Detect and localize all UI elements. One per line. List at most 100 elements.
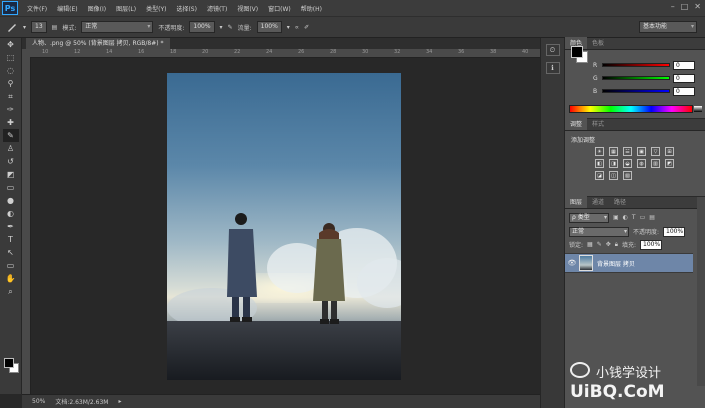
brightness-contrast-icon[interactable]: ☀ bbox=[595, 147, 604, 156]
brush-tool-icon[interactable] bbox=[6, 21, 18, 33]
layer-filter-select[interactable]: ρ 类型 bbox=[569, 212, 609, 223]
pressure-size-icon[interactable]: ✐ bbox=[304, 24, 309, 31]
menu-layer[interactable]: 图层(L) bbox=[111, 4, 141, 13]
menu-type[interactable]: 类型(Y) bbox=[141, 4, 171, 13]
layers-scrollbar[interactable] bbox=[697, 197, 705, 386]
flow-input[interactable]: 100% bbox=[256, 21, 282, 33]
mode-select[interactable]: 正常 bbox=[81, 21, 154, 33]
document-image[interactable] bbox=[167, 73, 401, 380]
brush-tool-icon[interactable]: ✎ bbox=[2, 129, 19, 142]
green-slider[interactable] bbox=[602, 76, 670, 80]
tab-swatches[interactable]: 色板 bbox=[587, 37, 609, 49]
layer-row-background-copy[interactable]: 👁︎ 背景图层 拷贝 bbox=[565, 253, 693, 273]
layer-name[interactable]: 背景图层 拷贝 bbox=[597, 259, 635, 268]
pen-tool-icon[interactable]: ✒ bbox=[3, 220, 19, 233]
history-panel-icon[interactable]: ⏲ bbox=[545, 44, 560, 56]
move-tool-icon[interactable]: ✥ bbox=[3, 38, 19, 51]
black-white-icon[interactable]: ◨ bbox=[609, 159, 618, 168]
status-arrow-icon[interactable]: ▸ bbox=[118, 398, 121, 405]
menu-view[interactable]: 视图(V) bbox=[232, 4, 263, 13]
curves-icon[interactable]: ☱ bbox=[623, 147, 632, 156]
eye-icon[interactable]: 👁︎ bbox=[565, 259, 579, 267]
menu-help[interactable]: 帮助(H) bbox=[296, 4, 327, 13]
red-slider[interactable] bbox=[602, 63, 670, 67]
smart-filter-icon[interactable]: ▤ bbox=[649, 214, 655, 221]
gradient-map-icon[interactable]: ▧ bbox=[623, 171, 632, 180]
chevron-down-icon[interactable]: ▾ bbox=[287, 24, 290, 31]
watermark: 小钱学设计 UiBQ.CoM bbox=[568, 360, 703, 406]
blue-slider[interactable] bbox=[602, 89, 670, 93]
opacity-input[interactable]: 100% bbox=[189, 21, 215, 33]
close-icon[interactable]: ✕ bbox=[694, 2, 701, 11]
layer-opacity-input[interactable]: 100% bbox=[663, 226, 686, 237]
tab-adjustments[interactable]: 调整 bbox=[565, 118, 588, 130]
menu-image[interactable]: 图像(I) bbox=[83, 4, 111, 13]
tab-styles[interactable]: 样式 bbox=[587, 118, 609, 130]
clone-stamp-tool-icon[interactable]: ♙ bbox=[3, 142, 19, 155]
document-tab[interactable]: 人物、.png @ 50% (背景图层 拷贝, RGB/8#) * bbox=[26, 38, 170, 49]
path-select-tool-icon[interactable]: ↖ bbox=[3, 246, 19, 259]
brush-size-preview[interactable]: 13 bbox=[31, 21, 47, 33]
eyedropper-tool-icon[interactable]: ✑ bbox=[3, 103, 19, 116]
zoom-tool-icon[interactable]: ⌕ bbox=[3, 285, 19, 298]
type-tool-icon[interactable]: T bbox=[3, 233, 19, 246]
maximize-icon[interactable]: □ bbox=[681, 2, 689, 11]
hand-tool-icon[interactable]: ✋ bbox=[3, 272, 19, 285]
color-balance-icon[interactable]: ◧ bbox=[595, 159, 604, 168]
type-filter-icon[interactable]: T bbox=[632, 214, 636, 221]
foreground-color-swatch[interactable] bbox=[571, 46, 583, 58]
channel-mixer-icon[interactable]: ◍ bbox=[637, 159, 646, 168]
crop-tool-icon[interactable]: ⌗ bbox=[3, 90, 19, 103]
chevron-down-icon[interactable]: ▾ bbox=[220, 24, 223, 31]
green-value-input[interactable]: 0 bbox=[673, 73, 695, 83]
quick-select-tool-icon[interactable]: ⚲ bbox=[3, 77, 19, 90]
color-lookup-icon[interactable]: ▥ bbox=[651, 159, 660, 168]
shape-filter-icon[interactable]: ▭ bbox=[640, 214, 646, 221]
marquee-tool-icon[interactable]: ⬚ bbox=[3, 51, 19, 64]
blend-mode-select[interactable]: 正常 bbox=[569, 226, 629, 237]
levels-icon[interactable]: ▦ bbox=[609, 147, 618, 156]
color-spectrum-bar[interactable] bbox=[569, 105, 702, 113]
dodge-tool-icon[interactable]: ◐ bbox=[3, 207, 19, 220]
exposure-icon[interactable]: ▣ bbox=[637, 147, 646, 156]
hue-saturation-icon[interactable]: ⊞ bbox=[665, 147, 674, 156]
lock-pixels-icon[interactable]: ▦ bbox=[587, 241, 593, 248]
red-value-input[interactable]: 0 bbox=[673, 60, 695, 70]
minimize-icon[interactable]: – bbox=[671, 2, 675, 11]
shape-tool-icon[interactable]: ▭ bbox=[3, 259, 19, 272]
pressure-opacity-icon[interactable]: ✎ bbox=[228, 24, 233, 31]
threshold-icon[interactable]: ◫ bbox=[609, 171, 618, 180]
menu-window[interactable]: 窗口(W) bbox=[263, 4, 296, 13]
chevron-down-icon[interactable]: ▾ bbox=[23, 24, 26, 31]
gradient-tool-icon[interactable]: ▭ bbox=[3, 181, 19, 194]
brush-panel-icon[interactable]: ▤ bbox=[52, 24, 58, 31]
lock-position-icon[interactable]: ✥ bbox=[606, 241, 611, 248]
adjustment-filter-icon[interactable]: ◐ bbox=[623, 214, 628, 221]
properties-panel-icon[interactable]: ℹ bbox=[545, 62, 560, 74]
history-brush-tool-icon[interactable]: ↺ bbox=[3, 155, 19, 168]
tab-layers[interactable]: 图层 bbox=[565, 196, 588, 208]
vibrance-icon[interactable]: ▽ bbox=[651, 147, 660, 156]
invert-icon[interactable]: ◩ bbox=[665, 159, 674, 168]
pixel-filter-icon[interactable]: ▣ bbox=[613, 214, 619, 221]
tab-channels[interactable]: 通道 bbox=[587, 196, 609, 208]
menu-edit[interactable]: 编辑(E) bbox=[52, 4, 82, 13]
posterize-icon[interactable]: ◪ bbox=[595, 171, 604, 180]
lasso-tool-icon[interactable]: ◌ bbox=[3, 64, 19, 77]
healing-brush-tool-icon[interactable]: ✚ bbox=[3, 116, 19, 129]
blue-value-input[interactable]: 0 bbox=[673, 86, 695, 96]
zoom-level[interactable]: 50% bbox=[32, 398, 45, 405]
menu-filter[interactable]: 滤镜(T) bbox=[202, 4, 232, 13]
menu-select[interactable]: 选择(S) bbox=[171, 4, 202, 13]
tab-paths[interactable]: 路径 bbox=[609, 196, 631, 208]
workspace-select[interactable]: 基本功能 bbox=[639, 21, 697, 33]
photo-filter-icon[interactable]: ◒ bbox=[623, 159, 632, 168]
foreground-color-swatch[interactable] bbox=[4, 358, 14, 368]
menu-file[interactable]: 文件(F) bbox=[22, 4, 52, 13]
airbrush-icon[interactable]: ∝ bbox=[295, 24, 299, 31]
lock-all-icon[interactable]: 🔒︎ bbox=[615, 241, 618, 249]
fill-input[interactable]: 100% bbox=[640, 239, 662, 250]
blur-tool-icon[interactable]: ● bbox=[3, 194, 19, 207]
eraser-tool-icon[interactable]: ◩ bbox=[3, 168, 19, 181]
lock-paint-icon[interactable]: ✎ bbox=[597, 241, 602, 248]
